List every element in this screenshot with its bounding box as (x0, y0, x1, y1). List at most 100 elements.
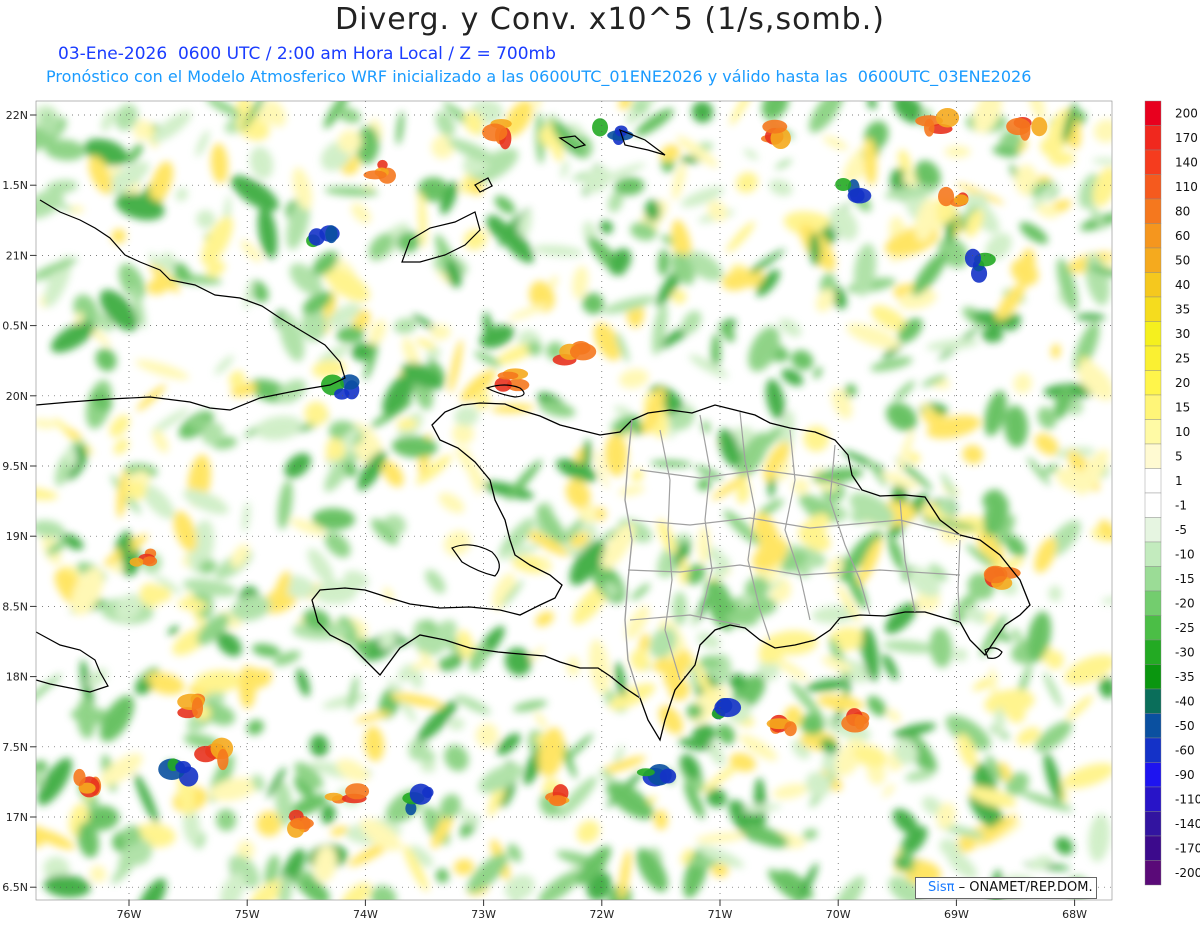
colorbar-swatch (1144, 639, 1162, 665)
colorbar-swatch (1144, 860, 1162, 886)
colorbar: 200 170 140 110 80 60 50 40 35 30 25 20 15 10 5 1 -1 -5 -1… (1144, 100, 1200, 886)
colorbar-swatch (1144, 370, 1162, 396)
field-cell (324, 792, 343, 801)
field-cell (175, 761, 192, 774)
colorbar-swatch (1144, 125, 1162, 151)
field-cell (784, 721, 797, 737)
field-cell (73, 768, 86, 787)
colorbar-label: 40 (1175, 278, 1190, 292)
colorbar-swatch (1144, 615, 1162, 641)
lon-label: 69W (944, 908, 969, 921)
lat-label: 17N (6, 811, 28, 824)
lat-label: 8.5N (2, 600, 28, 613)
field-cell (762, 119, 788, 134)
field-blob (1048, 585, 1062, 602)
field-cell (924, 118, 935, 137)
colorbar-label: -110 (1175, 792, 1200, 806)
field-blob (672, 591, 688, 626)
colorbar-swatch (1144, 272, 1162, 298)
colorbar-swatch (1144, 517, 1162, 543)
colorbar-label: 15 (1175, 400, 1190, 414)
colorbar-label: -140 (1175, 817, 1200, 831)
field-cell (847, 187, 872, 204)
colorbar-label: 80 (1175, 204, 1190, 218)
lat-label: 7.5N (2, 741, 28, 754)
colorbar-swatch (1144, 394, 1162, 420)
field-cell (289, 817, 314, 830)
colorbar-swatch (1144, 100, 1162, 126)
colorbar-swatch (1144, 713, 1162, 739)
colorbar-label: 140 (1175, 155, 1198, 169)
colorbar-swatch (1144, 296, 1162, 322)
lon-label: 71W (708, 908, 733, 921)
colorbar-swatch (1144, 419, 1162, 445)
field-cell (714, 697, 742, 718)
colorbar-label: 50 (1175, 253, 1190, 267)
colorbar-label: 35 (1175, 302, 1190, 316)
colorbar-label: -5 (1175, 523, 1187, 537)
field-cell (549, 794, 567, 807)
colorbar-swatch (1144, 149, 1162, 175)
colorbar-label: 110 (1175, 180, 1198, 194)
colorbar-label: -170 (1175, 841, 1200, 855)
field-cell (935, 108, 960, 128)
forecast-map[interactable]: 22N 1.5N 21N 0.5N 20N 9.5N 19N 8.5N 18N 7.5N 17N 6.… (0, 0, 1200, 927)
colorbar-label: -25 (1175, 621, 1195, 635)
field-cell (334, 388, 350, 400)
field-cell (325, 225, 338, 244)
colorbar-swatch (1144, 786, 1162, 812)
field-cell (938, 186, 955, 207)
field-cell (217, 748, 229, 771)
colorbar-label: -20 (1175, 596, 1195, 610)
colorbar-label: -1 (1175, 498, 1187, 512)
colorbar-swatch (1144, 468, 1162, 494)
colorbar-swatch (1144, 321, 1162, 347)
sispi-logo: Sisπ (928, 880, 955, 895)
colorbar-swatch (1144, 198, 1162, 224)
field-cell (142, 556, 158, 567)
colorbar-swatch (1144, 443, 1162, 469)
colorbar-label: 200 (1175, 106, 1198, 120)
colorbar-swatch (1144, 541, 1162, 567)
colorbar-label: 10 (1175, 425, 1190, 439)
longitude-labels: 76W 75W 74W 73W 72W 71W 70W 69W 68W (117, 900, 1087, 921)
field-cell (1006, 117, 1031, 136)
credit-org: – ONAMET/REP.DOM. (954, 880, 1093, 895)
colorbar-label: -15 (1175, 572, 1195, 586)
lat-label: 6.5N (2, 881, 28, 894)
latitude-labels: 22N 1.5N 21N 0.5N 20N 9.5N 19N 8.5N 18N 7.5N 17N 6.… (2, 109, 36, 894)
lon-label: 70W (826, 908, 851, 921)
field-cell (841, 713, 869, 733)
colorbar-swatch (1144, 688, 1162, 714)
field-cell (363, 170, 387, 180)
lat-label: 19N (6, 530, 28, 543)
colorbar-label: 170 (1175, 131, 1198, 145)
field-cell (482, 123, 508, 142)
colorbar-label: 25 (1175, 351, 1190, 365)
colorbar-label: 5 (1175, 449, 1183, 463)
colorbar-label: 1 (1175, 474, 1183, 488)
colorbar-swatch (1144, 811, 1162, 837)
colorbar-swatch (1144, 223, 1162, 249)
colorbar-swatch (1144, 590, 1162, 616)
field-cell (308, 228, 325, 246)
colorbar-label: -90 (1175, 768, 1195, 782)
colorbar-label: -200 (1175, 866, 1200, 880)
colorbar-label: -10 (1175, 547, 1195, 561)
colorbar-label: 30 (1175, 327, 1190, 341)
field-cell (964, 248, 981, 268)
colorbar-swatch (1144, 345, 1162, 371)
colorbar-label: -40 (1175, 694, 1195, 708)
lat-label: 0.5N (2, 320, 28, 333)
colorbar-swatch (1144, 174, 1162, 200)
field-cell (569, 343, 597, 361)
field-cell (191, 697, 204, 719)
lon-label: 73W (471, 908, 496, 921)
lon-label: 76W (117, 908, 142, 921)
field-cell (1031, 117, 1048, 137)
lon-label: 75W (235, 908, 260, 921)
field-cell (636, 768, 655, 777)
colorbar-swatch (1144, 762, 1162, 788)
colorbar-swatch (1144, 566, 1162, 592)
field-cell (835, 177, 852, 191)
